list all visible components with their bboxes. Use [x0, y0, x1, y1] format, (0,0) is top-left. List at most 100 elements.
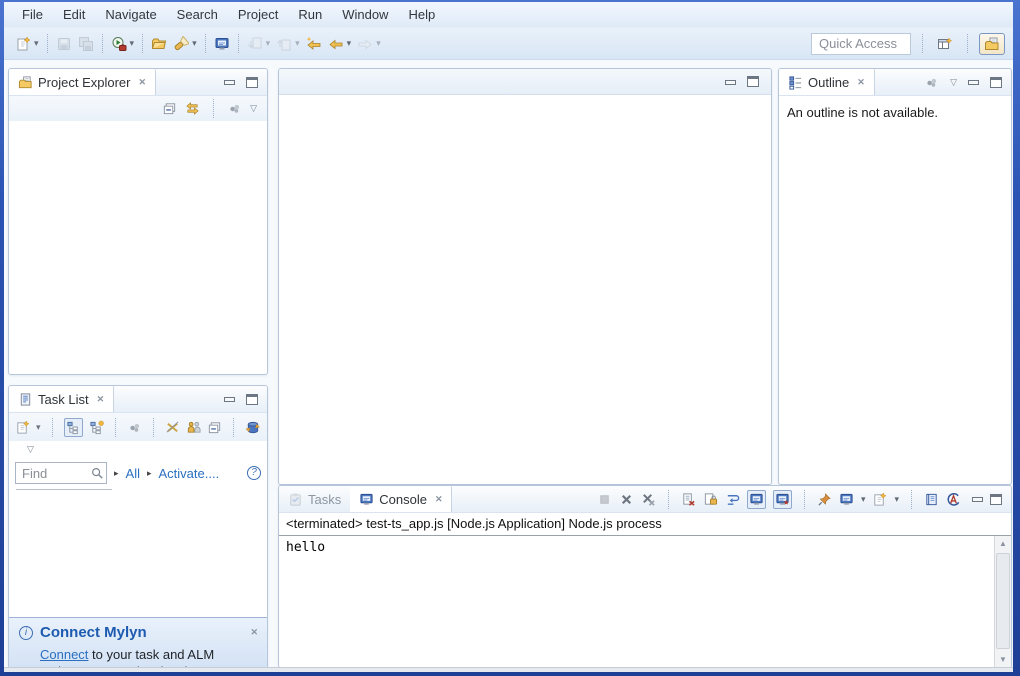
- collapse-all-icon[interactable]: [162, 101, 177, 116]
- open-folder-icon: [151, 36, 167, 52]
- pin-console-icon[interactable]: [817, 492, 832, 507]
- menu-item-navigate[interactable]: Navigate: [95, 4, 166, 25]
- maximize-button[interactable]: [990, 77, 1002, 88]
- menu-dots-icon[interactable]: [227, 101, 242, 116]
- tab-tasks[interactable]: Tasks: [279, 486, 350, 512]
- save-all-button[interactable]: [75, 34, 97, 54]
- show-on-stderr-button[interactable]: [773, 490, 792, 509]
- view-menu-icon[interactable]: ▽: [27, 445, 34, 454]
- menu-item-run[interactable]: Run: [288, 4, 332, 25]
- back-button[interactable]: ▾: [325, 34, 355, 54]
- focus-on-workweek-icon[interactable]: [186, 420, 201, 435]
- open-console-icon[interactable]: [872, 492, 887, 507]
- clear-console-icon[interactable]: [681, 492, 696, 507]
- menu-item-edit[interactable]: Edit: [53, 4, 95, 25]
- chevron-down-icon[interactable]: ▾: [347, 39, 352, 48]
- maximize-button[interactable]: [990, 494, 1002, 505]
- minimize-button[interactable]: [224, 80, 235, 85]
- scroll-down-icon[interactable]: ▼: [995, 652, 1011, 668]
- resource-perspective-button[interactable]: [979, 33, 1005, 55]
- minimize-button[interactable]: [972, 497, 983, 502]
- open-task-button[interactable]: [148, 34, 170, 54]
- project-explorer-tree[interactable]: [9, 121, 267, 374]
- chevron-down-icon[interactable]: ▾: [192, 39, 197, 48]
- view-menu-icon[interactable]: ▽: [950, 78, 957, 87]
- chevron-down-icon[interactable]: ▾: [266, 39, 271, 48]
- menu-dots-icon[interactable]: [924, 75, 939, 90]
- scroll-lock-icon[interactable]: [703, 492, 718, 507]
- all-link[interactable]: All: [126, 466, 140, 481]
- menu-item-help[interactable]: Help: [398, 4, 445, 25]
- menu-item-window[interactable]: Window: [332, 4, 398, 25]
- close-icon[interactable]: ✕: [857, 77, 865, 88]
- expander-arrow-icon[interactable]: ▸: [147, 468, 152, 479]
- chevron-down-icon[interactable]: ▾: [861, 495, 866, 504]
- menu-item-search[interactable]: Search: [167, 4, 228, 25]
- console-panel: Tasks Console ✕: [278, 485, 1012, 668]
- close-icon[interactable]: ✕: [250, 627, 258, 638]
- chevron-down-icon[interactable]: ▾: [130, 39, 135, 48]
- link-with-editor-icon[interactable]: [185, 101, 200, 116]
- console-output-area[interactable]: hello ▲ ▼: [279, 536, 1011, 668]
- run-button[interactable]: ▾: [108, 34, 138, 54]
- remove-all-terminated-icon[interactable]: [641, 492, 656, 507]
- hide-completed-icon[interactable]: [165, 420, 180, 435]
- menu-item-file[interactable]: File: [12, 4, 53, 25]
- remove-launch-icon[interactable]: [619, 492, 634, 507]
- scroll-up-icon[interactable]: ▲: [995, 536, 1011, 552]
- minimize-button[interactable]: [725, 80, 736, 85]
- task-list-toolbar-overflow: ▽: [9, 441, 267, 457]
- menu-dots-icon[interactable]: [127, 420, 142, 435]
- next-annotation-button[interactable]: ▾: [244, 34, 274, 54]
- chevron-down-icon[interactable]: ▾: [295, 39, 300, 48]
- chevron-down-icon[interactable]: ▾: [36, 423, 41, 432]
- task-list-content[interactable]: [9, 490, 267, 615]
- tab-console[interactable]: Console ✕: [350, 486, 452, 512]
- close-icon[interactable]: ✕: [138, 77, 146, 88]
- forward-button[interactable]: ▾: [354, 34, 384, 54]
- new-wizard-button[interactable]: ▾: [12, 34, 42, 54]
- chevron-down-icon[interactable]: ▾: [34, 39, 39, 48]
- menu-item-project[interactable]: Project: [228, 4, 288, 25]
- editor-empty-area[interactable]: [279, 95, 771, 484]
- close-icon[interactable]: ✕: [97, 394, 105, 405]
- open-log-icon[interactable]: [924, 492, 939, 507]
- categorized-view-button[interactable]: [64, 418, 83, 437]
- word-wrap-icon[interactable]: [725, 492, 740, 507]
- chevron-down-icon[interactable]: ▾: [894, 495, 899, 504]
- expander-arrow-icon[interactable]: ▸: [114, 468, 119, 479]
- search-icon[interactable]: [90, 466, 104, 480]
- maximize-button[interactable]: [747, 76, 759, 87]
- display-console-icon[interactable]: [839, 492, 854, 507]
- tab-project-explorer[interactable]: Project Explorer ✕: [9, 69, 156, 95]
- connect-link[interactable]: Connect: [40, 647, 88, 662]
- scheduled-view-icon[interactable]: [89, 420, 104, 435]
- activate-link[interactable]: Activate....: [159, 466, 220, 481]
- help-icon[interactable]: ?: [247, 466, 261, 480]
- previous-annotation-button[interactable]: ▾: [273, 34, 303, 54]
- maximize-button[interactable]: [246, 77, 258, 88]
- chevron-down-icon[interactable]: ▾: [376, 39, 381, 48]
- tab-outline[interactable]: Outline ✕: [779, 69, 875, 95]
- maximize-button[interactable]: [246, 394, 258, 405]
- minimize-button[interactable]: [968, 80, 979, 85]
- terminate-icon[interactable]: [597, 492, 612, 507]
- run-icon: [111, 36, 127, 52]
- collapse-all-icon[interactable]: [207, 420, 222, 435]
- quick-access-input[interactable]: [811, 33, 911, 55]
- close-icon[interactable]: ✕: [435, 494, 443, 505]
- open-console-button[interactable]: [211, 34, 233, 54]
- new-task-icon[interactable]: [15, 420, 30, 435]
- tab-task-list[interactable]: Task List ✕: [9, 386, 114, 412]
- synchronize-icon[interactable]: [245, 420, 260, 435]
- last-edit-location-button[interactable]: [303, 34, 325, 54]
- console-scrollbar[interactable]: ▲ ▼: [994, 536, 1011, 668]
- ansi-console-icon[interactable]: [946, 492, 961, 507]
- show-on-stdout-button[interactable]: [747, 490, 766, 509]
- scrollbar-thumb[interactable]: [996, 553, 1010, 649]
- open-perspective-button[interactable]: [934, 34, 956, 54]
- view-menu-icon[interactable]: ▽: [250, 104, 257, 113]
- save-button[interactable]: [53, 34, 75, 54]
- search-button[interactable]: ▾: [170, 34, 200, 54]
- minimize-button[interactable]: [224, 397, 235, 402]
